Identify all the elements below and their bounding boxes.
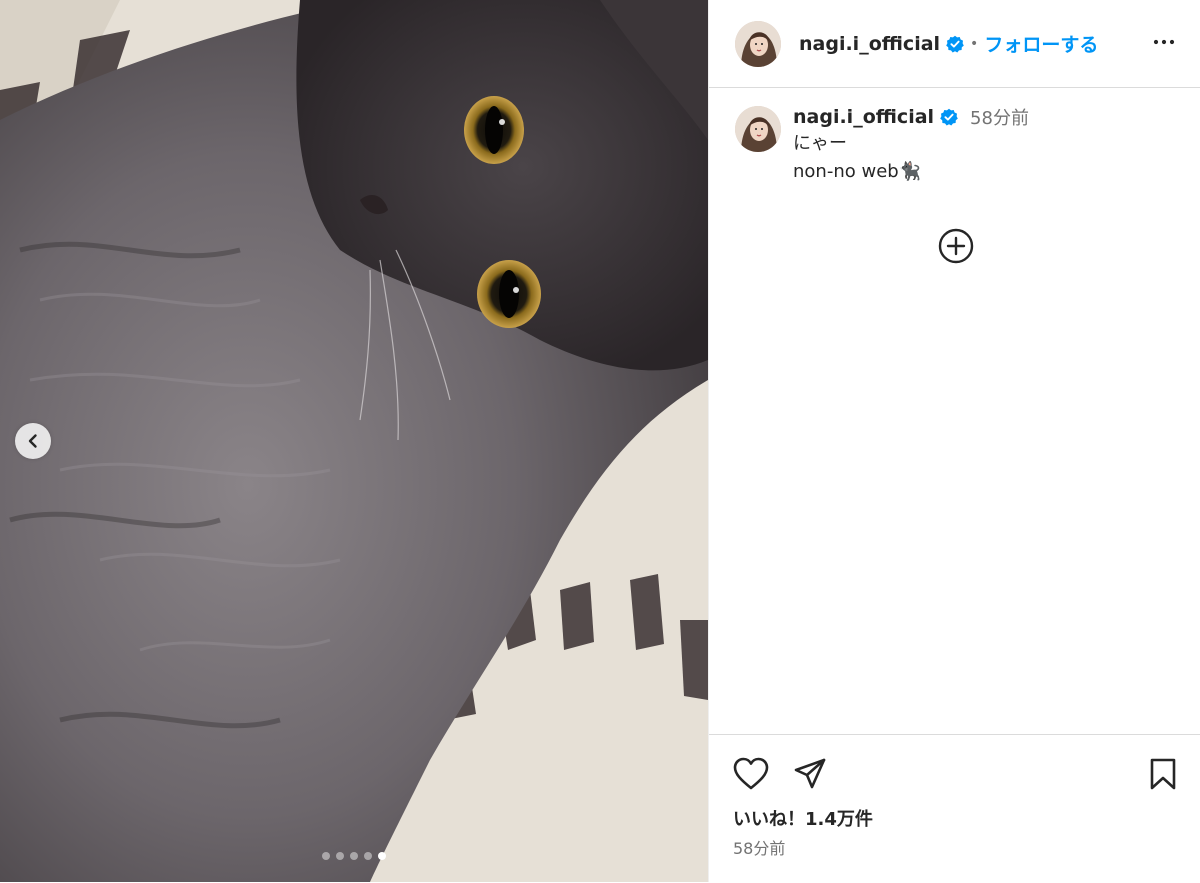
verified-badge-icon (946, 35, 964, 53)
likes-count[interactable]: いいね！1.4万件 (733, 805, 873, 831)
caption-avatar[interactable] (735, 106, 781, 152)
header-username[interactable]: nagi.i_official (799, 33, 940, 55)
more-options-icon[interactable] (1152, 30, 1176, 58)
verified-badge-icon (940, 108, 958, 126)
bookmark-icon[interactable] (1149, 757, 1177, 795)
follow-button[interactable]: フォローする (984, 30, 1098, 57)
avatar-image (735, 106, 781, 152)
add-comment-icon[interactable] (938, 228, 974, 268)
carousel-dot (364, 852, 372, 860)
post-media[interactable] (0, 0, 708, 882)
post-header: nagi.i_official • フォローする (709, 0, 1200, 88)
caption-line: にゃー (793, 133, 847, 154)
post-actions: いいね！1.4万件 58分前 (709, 734, 1200, 883)
caption-line: non-no web🐈‍⬛ (793, 161, 922, 182)
post-time[interactable]: 58分前 (733, 835, 785, 859)
avatar[interactable] (735, 20, 781, 67)
carousel-dot (336, 852, 344, 860)
share-icon[interactable] (793, 757, 827, 795)
caption-username[interactable]: nagi.i_official (793, 106, 934, 128)
carousel-dot (322, 852, 330, 860)
header-separator: • (970, 35, 979, 52)
post-photo (0, 0, 708, 882)
post-sidebar: nagi.i_official • フォローする nagi.i_official… (708, 0, 1200, 882)
post-caption: nagi.i_official 58分前 にゃー non-no web🐈‍⬛ (735, 104, 1180, 186)
chevron-left-icon (28, 434, 37, 448)
caption-time[interactable]: 58分前 (970, 104, 1029, 130)
carousel-indicator (0, 852, 708, 860)
carousel-dot-active (378, 852, 386, 860)
carousel-prev-button[interactable] (15, 423, 51, 459)
carousel-dot (350, 852, 358, 860)
heart-icon[interactable] (733, 757, 769, 795)
avatar-image (735, 20, 781, 67)
